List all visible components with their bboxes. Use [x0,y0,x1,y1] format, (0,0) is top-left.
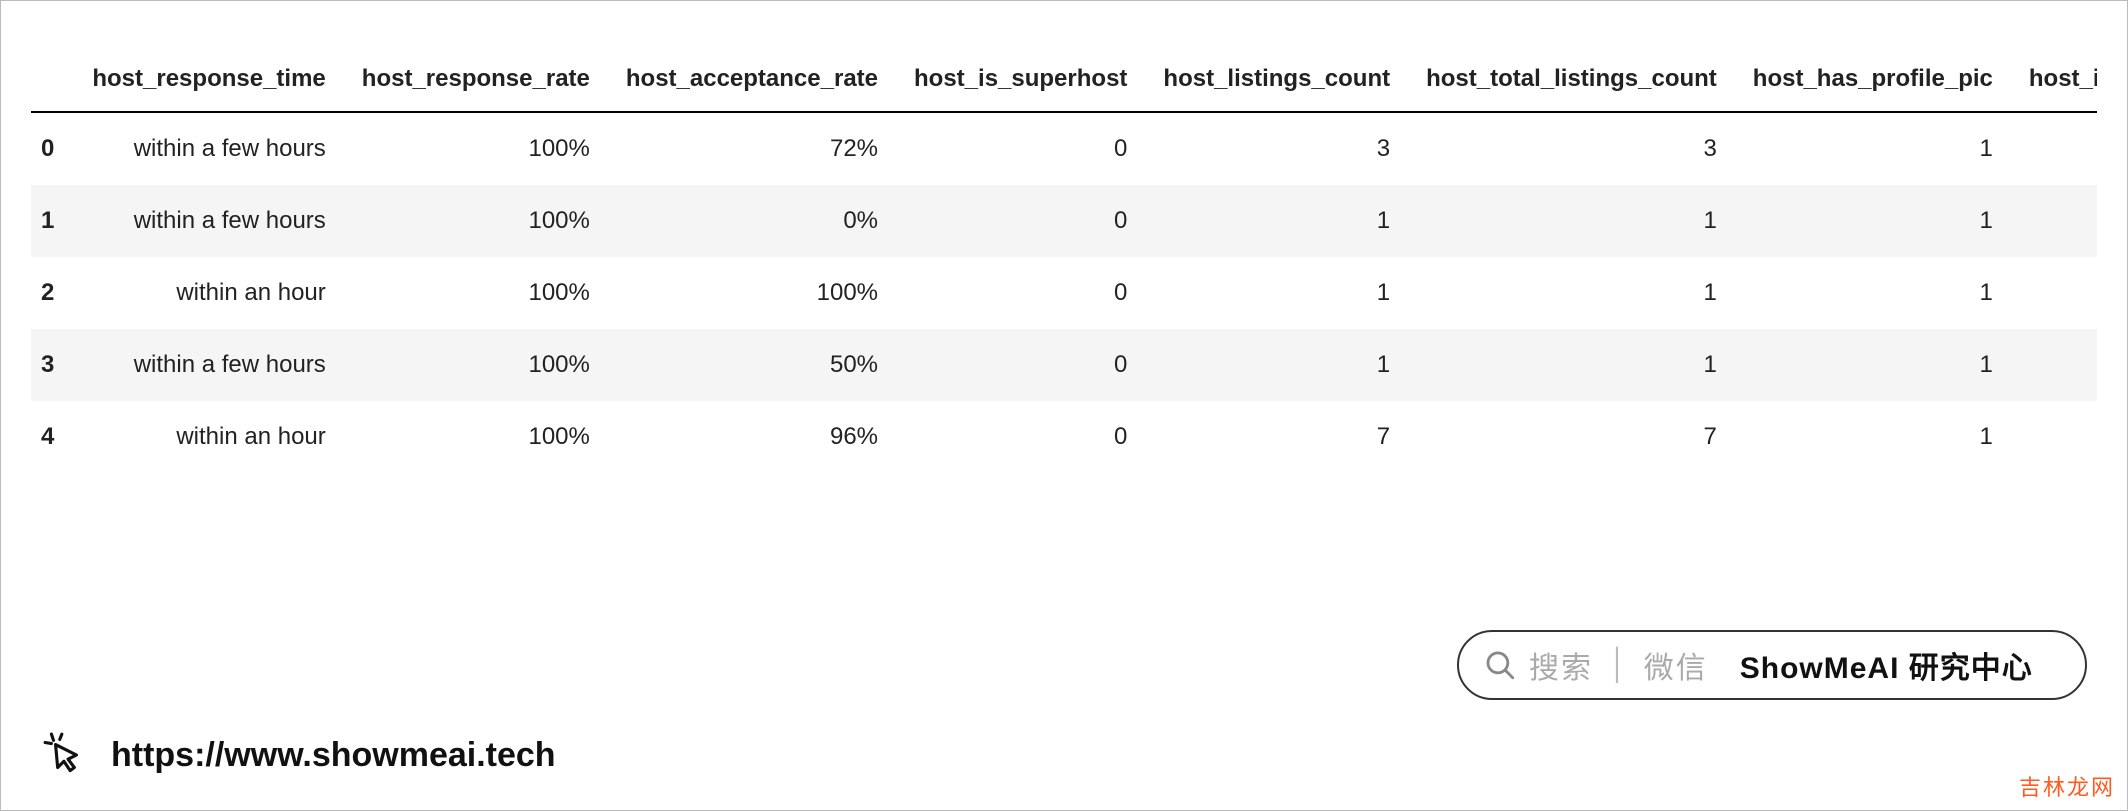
dataframe-table: host_response_time host_response_rate ho… [31,51,2097,473]
cell: 0 [896,112,1145,185]
table-header: host_response_time host_response_rate ho… [31,51,2097,112]
cell: within an hour [74,257,343,329]
table-row: 2 within an hour 100% 100% 0 1 1 1 [31,257,2097,329]
search-hint-1: 搜索 [1529,643,1593,687]
cell: 100% [344,257,608,329]
col-header: host_acceptance_rate [608,51,896,112]
cell: 100% [344,112,608,185]
dataframe-table-wrap: host_response_time host_response_rate ho… [31,51,2097,473]
cursor-click-icon [41,730,91,780]
cell: 100% [344,401,608,473]
separator: │ [1605,648,1632,682]
row-index: 2 [31,257,74,329]
col-header: host_identity_verif [2011,51,2097,112]
col-header: host_response_time [74,51,343,112]
footer-url: https://www.showmeai.tech [111,736,556,775]
cell [2011,329,2097,401]
table-body: 0 within a few hours 100% 72% 0 3 3 1 1 … [31,112,2097,473]
cell: 7 [1145,401,1408,473]
cell: 0% [608,185,896,257]
cell: 1 [1145,257,1408,329]
cell: within a few hours [74,185,343,257]
wechat-search-pill: 搜索 │ 微信 ShowMeAI 研究中心 [1457,630,2087,700]
search-icon [1483,648,1517,682]
col-header: host_total_listings_count [1408,51,1735,112]
cell: 1 [1408,185,1735,257]
table-header-row: host_response_time host_response_rate ho… [31,51,2097,112]
cell: 7 [1408,401,1735,473]
cell: 1 [1145,329,1408,401]
cell: within a few hours [74,112,343,185]
cell: 72% [608,112,896,185]
cell: 1 [1735,401,2011,473]
row-index: 0 [31,112,74,185]
cell: 96% [608,401,896,473]
cell: 50% [608,329,896,401]
cell: 3 [1408,112,1735,185]
cell: 0 [896,185,1145,257]
footer-url-line: https://www.showmeai.tech [41,730,556,780]
cell [2011,401,2097,473]
col-header: host_listings_count [1145,51,1408,112]
cell: 1 [1735,112,2011,185]
cell: within an hour [74,401,343,473]
row-index: 4 [31,401,74,473]
row-index: 3 [31,329,74,401]
cell: 1 [1735,185,2011,257]
brand-name: ShowMeAI 研究中心 [1740,643,2033,687]
search-hint-2: 微信 [1644,643,1708,687]
cell: 100% [608,257,896,329]
document-frame: host_response_time host_response_rate ho… [0,0,2128,811]
cell: 1 [1735,257,2011,329]
cell: 100% [344,329,608,401]
table-row: 4 within an hour 100% 96% 0 7 7 1 [31,401,2097,473]
cell [2011,185,2097,257]
cell: 100% [344,185,608,257]
cell: within a few hours [74,329,343,401]
index-header [31,51,74,112]
table-row: 3 within a few hours 100% 50% 0 1 1 1 [31,329,2097,401]
row-index: 1 [31,185,74,257]
table-row: 1 within a few hours 100% 0% 0 1 1 1 [31,185,2097,257]
col-header: host_has_profile_pic [1735,51,2011,112]
cell: 1 [1735,329,2011,401]
col-header: host_response_rate [344,51,608,112]
cell: 1 [1408,329,1735,401]
cell: 1 [1408,257,1735,329]
cell [2011,112,2097,185]
cell: 0 [896,401,1145,473]
cell [2011,257,2097,329]
cell: 0 [896,329,1145,401]
col-header: host_is_superhost [896,51,1145,112]
table-row: 0 within a few hours 100% 72% 0 3 3 1 [31,112,2097,185]
watermark-text: 吉林龙网 [2019,770,2115,802]
cell: 3 [1145,112,1408,185]
cell: 1 [1145,185,1408,257]
cell: 0 [896,257,1145,329]
